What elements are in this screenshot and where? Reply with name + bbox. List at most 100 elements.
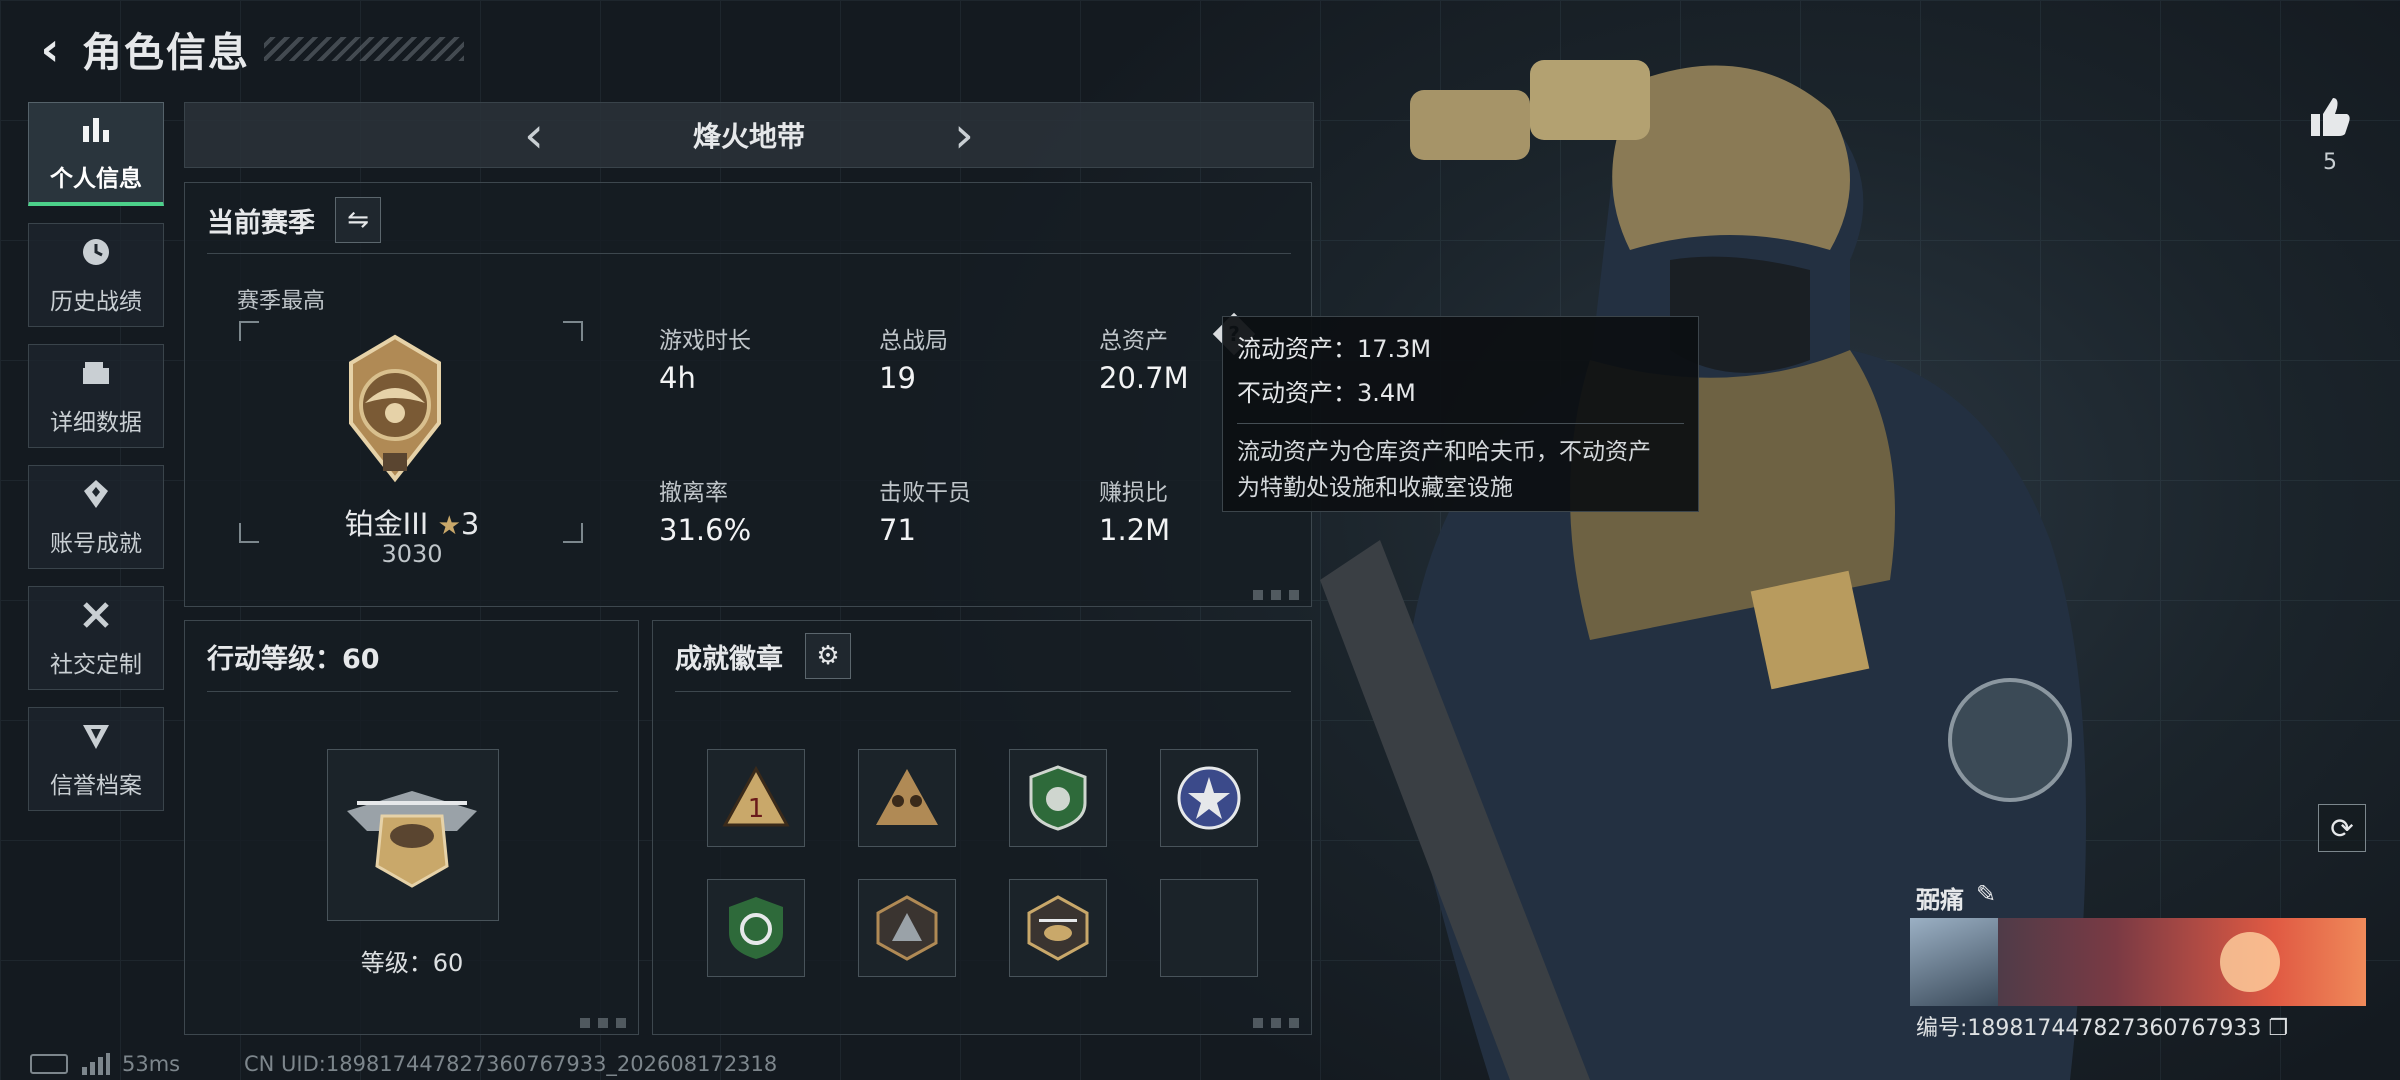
uid-text: CN UID:18981744782736076​7933_2026081723… bbox=[244, 1052, 778, 1076]
nav-item-credit-record[interactable]: 信誉档案 bbox=[28, 707, 164, 811]
achievement-badge[interactable] bbox=[858, 749, 956, 847]
page-title: 角色信息 bbox=[82, 30, 250, 76]
prev-mode-button[interactable]: ‹ bbox=[504, 106, 564, 164]
divider bbox=[675, 691, 1291, 692]
sunset-scene bbox=[2220, 932, 2280, 992]
squad-badge-icon bbox=[876, 769, 938, 825]
bar-chart-icon bbox=[79, 112, 113, 155]
refresh-icon: ⟳ bbox=[2330, 811, 2354, 845]
nav-item-social-custom[interactable]: 社交定制 bbox=[28, 586, 164, 690]
nav-label: 历史战绩 bbox=[50, 288, 142, 315]
stat-value: 19 bbox=[879, 361, 916, 395]
shield-icon bbox=[79, 719, 113, 762]
stat-value: 71 bbox=[879, 513, 916, 547]
side-nav: 个人信息 历史战绩 详细数据 账号成就 社交定制 信誉档案 bbox=[28, 102, 166, 828]
achievements-title: 成就徽章 bbox=[675, 644, 783, 675]
player-banner[interactable] bbox=[1910, 918, 2366, 1006]
nav-label: 信誉档案 bbox=[50, 772, 142, 799]
folder-icon bbox=[79, 356, 113, 399]
bronze-triangle-badge-icon bbox=[876, 895, 938, 961]
player-id-text: 编号:18981744782736076​7933 bbox=[1916, 1016, 2262, 1041]
svg-text:1: 1 bbox=[748, 794, 765, 824]
player-id: 编号:18981744782736076​7933 ❐ bbox=[1916, 1010, 2288, 1042]
stat-label: 赚损比 bbox=[1099, 480, 1168, 506]
rank-stars: 3 bbox=[460, 507, 480, 541]
achievements-panel: 成就徽章 ⚙ 1 bbox=[652, 620, 1312, 1035]
stat-label: 游戏时长 bbox=[659, 328, 751, 354]
player-avatar bbox=[1910, 918, 1998, 1006]
stat-value: 20.7M bbox=[1099, 361, 1189, 395]
rank-info: 铂金III ★3 bbox=[337, 501, 487, 543]
mode-name: 烽火地带 bbox=[692, 120, 805, 153]
rank-score: 3030 bbox=[381, 540, 443, 568]
status-bar: 53ms bbox=[30, 1052, 180, 1076]
achievement-badge[interactable] bbox=[1009, 749, 1107, 847]
achievement-badge-empty[interactable] bbox=[1160, 879, 1258, 977]
green-shield-badge-icon bbox=[1029, 765, 1087, 831]
nav-label: 社交定制 bbox=[50, 651, 142, 678]
mode-selector: ‹ 烽火地带 › bbox=[184, 102, 1314, 168]
action-level-panel: 行动等级：60 等级：60 bbox=[184, 620, 639, 1035]
achievement-badge[interactable] bbox=[1009, 879, 1107, 977]
signal-icon bbox=[82, 1053, 110, 1075]
star-icon: ★ bbox=[437, 511, 461, 541]
achievement-badge[interactable] bbox=[858, 879, 956, 977]
like-button[interactable]: 5 bbox=[2300, 94, 2360, 175]
achievement-badge[interactable] bbox=[1160, 749, 1258, 847]
achievement-badge[interactable]: 1 bbox=[707, 749, 805, 847]
title-decoration bbox=[264, 37, 464, 61]
divider bbox=[207, 253, 1291, 254]
nav-item-achievements[interactable]: 账号成就 bbox=[28, 465, 164, 569]
tooltip-divider bbox=[1237, 423, 1684, 424]
edit-name-icon[interactable]: ✎ bbox=[1976, 880, 1996, 908]
rank-emblem bbox=[349, 334, 441, 483]
rotate-character-button[interactable]: ⟳ bbox=[2318, 804, 2366, 852]
stat-label: 击败干员 bbox=[879, 480, 971, 506]
corner-decoration bbox=[1253, 1018, 1303, 1028]
battery-icon bbox=[30, 1054, 68, 1074]
tooltip-desc-line2: 为特勤处设施和收藏室设施 bbox=[1237, 475, 1513, 501]
stat-label: 撤离率 bbox=[659, 480, 728, 506]
level-text: 等级：60 bbox=[360, 949, 464, 977]
nav-label: 详细数据 bbox=[50, 409, 142, 436]
tooltip-desc-line1: 流动资产为仓库资产和哈夫币，不动资产 bbox=[1237, 439, 1651, 465]
like-count: 5 bbox=[2323, 150, 2337, 175]
nav-label: 个人信息 bbox=[50, 166, 142, 192]
thumbs-up-icon bbox=[2311, 98, 2350, 136]
switch-season-button[interactable]: ⇋ bbox=[335, 197, 381, 243]
nav-item-personal-info[interactable]: 个人信息 bbox=[28, 102, 164, 206]
copy-icon[interactable]: ❐ bbox=[2268, 1016, 2288, 1041]
stat-value: 1.2M bbox=[1099, 513, 1171, 547]
badge-settings-button[interactable]: ⚙ bbox=[805, 633, 851, 679]
asset-tooltip: 流动资产：17.3M 不动资产：3.4M 流动资产为仓库资产和哈夫币，不动资产 … bbox=[1222, 316, 1699, 512]
player-name: 弼痛 bbox=[1916, 886, 1964, 914]
helicopter-badge-icon bbox=[1027, 895, 1089, 961]
corner-decoration bbox=[1253, 590, 1303, 600]
helicopter-emblem bbox=[347, 791, 477, 888]
green-arrows-badge-icon bbox=[729, 897, 783, 959]
ping-text: 53ms bbox=[122, 1052, 181, 1076]
season-panel: 当前赛季 ⇋ 赛季最高 铂金III ★3 3030 游戏时长 4h 总战局 19… bbox=[184, 182, 1312, 607]
fixed-assets: 不动资产：3.4M bbox=[1237, 379, 1416, 407]
achievement-badge[interactable] bbox=[707, 879, 805, 977]
liquid-assets: 流动资产：17.3M bbox=[1237, 335, 1432, 363]
stat-value: 31.6% bbox=[659, 513, 752, 547]
back-button[interactable]: ‹ bbox=[28, 22, 72, 76]
season-best-label: 赛季最高 bbox=[237, 289, 326, 314]
achievement-icon bbox=[79, 477, 113, 520]
rank-name: 铂金III bbox=[344, 507, 429, 541]
season-title: 当前赛季 bbox=[207, 208, 315, 239]
nav-label: 账号成就 bbox=[50, 530, 142, 557]
next-mode-button[interactable]: › bbox=[934, 106, 994, 164]
stat-label: 总资产 bbox=[1099, 328, 1168, 354]
nav-item-history[interactable]: 历史战绩 bbox=[28, 223, 164, 327]
corner-decoration bbox=[580, 1018, 630, 1028]
action-level-title: 行动等级：60 bbox=[207, 644, 380, 675]
divider bbox=[207, 691, 618, 692]
star-circle-badge-icon bbox=[1177, 766, 1241, 830]
nav-item-detail-data[interactable]: 详细数据 bbox=[28, 344, 164, 448]
history-icon bbox=[79, 235, 113, 278]
stat-value: 4h bbox=[659, 361, 696, 395]
header: ‹ 角色信息 bbox=[28, 22, 464, 76]
stat-label: 总战局 bbox=[879, 328, 948, 354]
